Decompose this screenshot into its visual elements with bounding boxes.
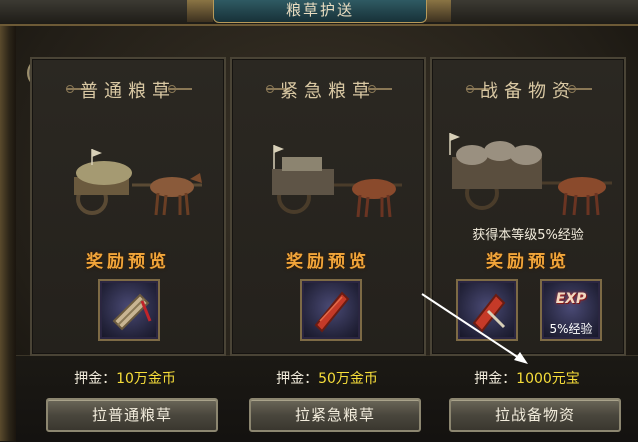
left-border: [0, 0, 16, 441]
deposit-urgent: 押金：50万金币: [232, 368, 422, 388]
deposit-normal: 押金：10万金币: [30, 368, 220, 388]
deposit-label: 押金：: [474, 371, 517, 387]
reward-slot-exp[interactable]: EXP 5%经验: [540, 279, 602, 341]
deposit-war: 押金：1000元宝: [432, 368, 622, 388]
deposit-label: 押金：: [74, 371, 117, 387]
pull-urgent-grain-button[interactable]: 拉紧急粮草: [249, 398, 421, 432]
window-title: 粮草护送: [213, 0, 427, 23]
bonus-text: 获得本等级5%经验: [472, 228, 584, 243]
annotation-arrow-icon: [421, 293, 528, 364]
war-supply-cart-icon: [449, 133, 612, 216]
red-scroll-icon: [314, 291, 350, 333]
deposit-value: 50万金币: [318, 371, 378, 387]
reward-preview-title: 奖励预览: [86, 252, 170, 272]
deposit-value: 1000元宝: [516, 371, 580, 387]
pull-normal-grain-button[interactable]: 拉普通粮草: [46, 398, 218, 432]
grain-sack-icon: [112, 293, 152, 331]
panel-urgent-grain: 紧急粮草 奖励预览: [230, 57, 426, 356]
title-bar: 粮草护送: [0, 0, 638, 26]
supply-cart-icon: [272, 145, 402, 218]
exp-caption: 5%经验: [549, 322, 593, 336]
title-ornament-right: [425, 0, 451, 22]
panel-title: 紧急粮草: [280, 81, 376, 102]
panel-title: 战备物资: [480, 81, 576, 102]
title-ornament-left: [187, 0, 213, 22]
panel-title: 普通粮草: [80, 81, 176, 102]
panel-normal-grain: 普通粮草 奖励预览: [30, 57, 226, 356]
deposit-label: 押金：: [276, 371, 319, 387]
reward-preview-title: 奖励预览: [286, 252, 370, 272]
reward-slot[interactable]: [300, 279, 362, 341]
reward-preview-title: 奖励预览: [486, 252, 570, 272]
pull-war-supplies-button[interactable]: 拉战备物资: [449, 398, 621, 432]
reward-slot[interactable]: [98, 279, 160, 341]
grain-cart-icon: [74, 149, 202, 216]
exp-icon: EXP: [555, 291, 587, 307]
deposit-value: 10万金币: [116, 371, 176, 387]
